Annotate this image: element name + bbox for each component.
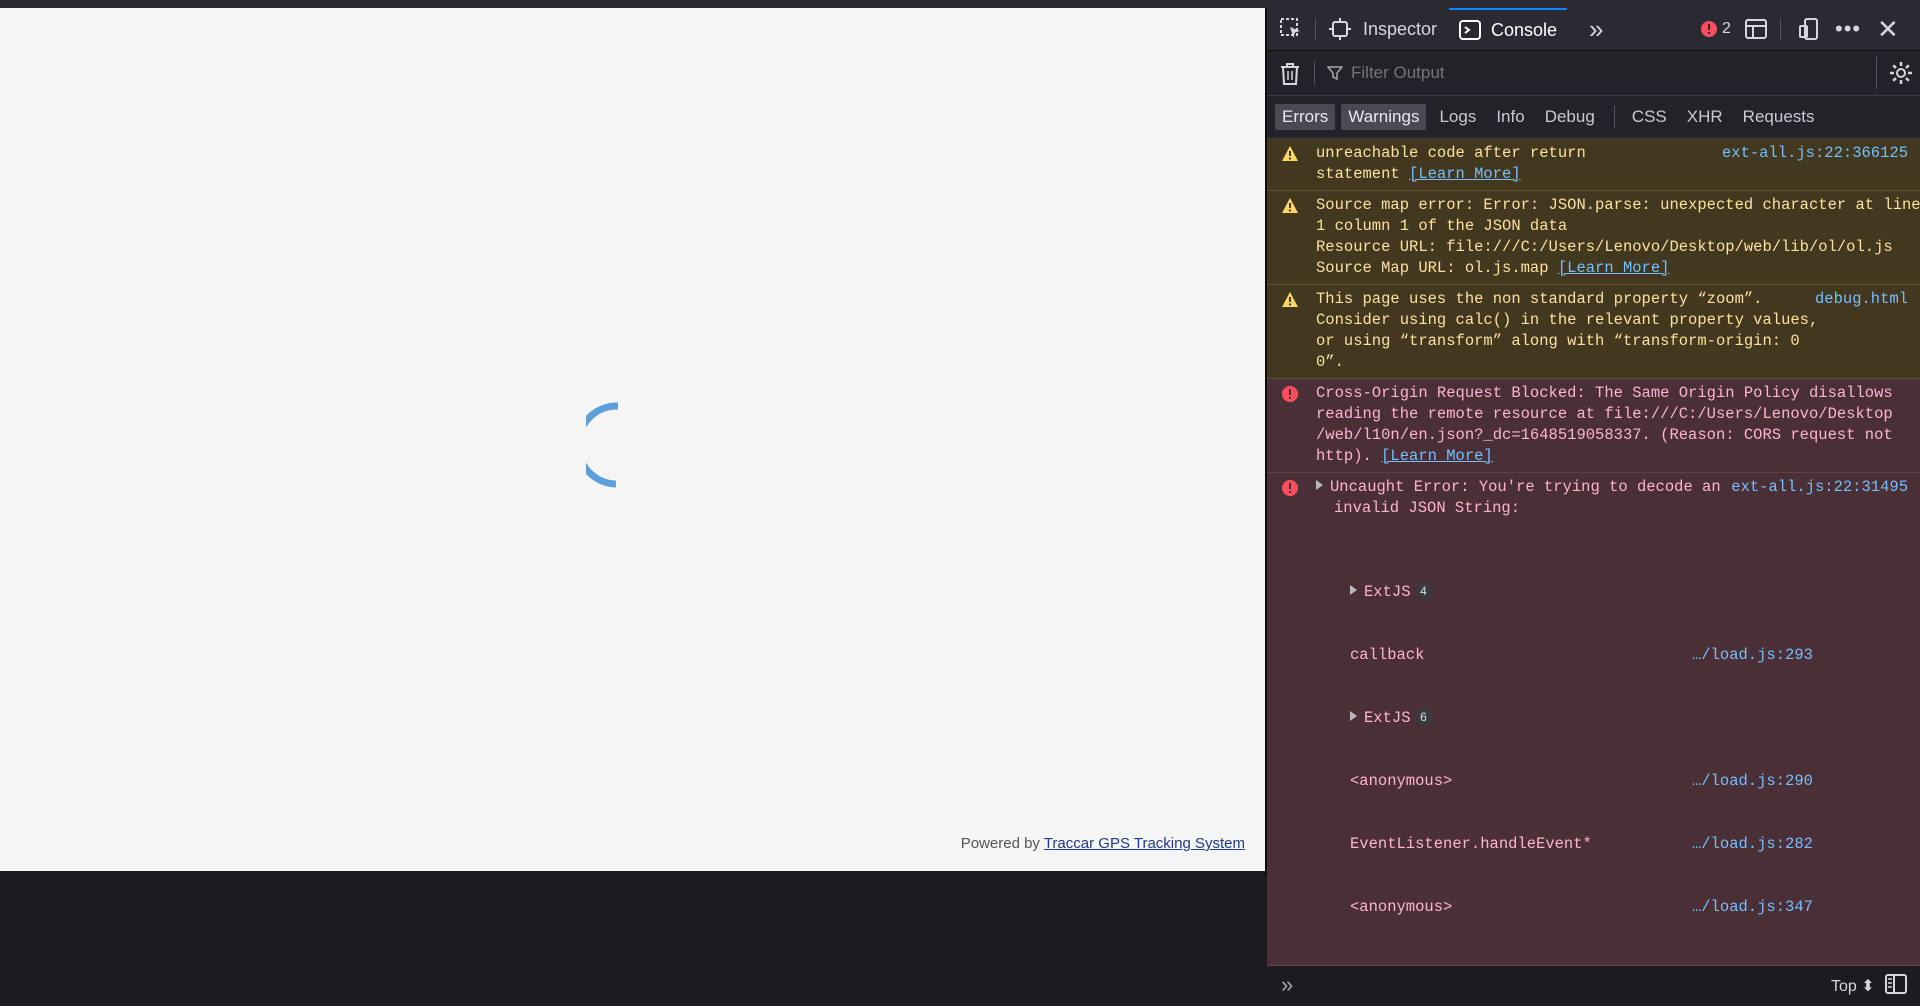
error-icon (1281, 385, 1299, 410)
frame-count-badge: 4 (1414, 582, 1433, 600)
stack-fn: ExtJS (1364, 583, 1411, 601)
filter-logs[interactable]: Logs (1432, 104, 1483, 130)
close-icon[interactable]: ✕ (1877, 8, 1899, 50)
stack-source-link[interactable]: …/load.js:347 (1692, 897, 1813, 918)
message-text: Source Map URL: ol.js.map (1316, 259, 1558, 277)
learn-more-link[interactable]: [Learn More] (1381, 447, 1493, 465)
error-count-indicator[interactable]: 2 (1700, 8, 1731, 50)
editor-mode-icon[interactable] (1885, 974, 1907, 999)
stack-frame[interactable]: ExtJS 6 (1350, 708, 1920, 729)
message-text: /web/l10n/en.json?_dc=1648519058337. (Re… (1316, 426, 1893, 444)
message-source-link[interactable]: ext-all.js:22:366125 (1722, 143, 1908, 164)
stack-trace: ExtJS 4 callback …/load.js:293 ExtJS 6 <ano… (1350, 540, 1920, 960)
console-input-row[interactable]: » Top ⬍ (1267, 966, 1920, 1006)
stack-fn: callback (1350, 646, 1425, 664)
error-icon (1281, 479, 1299, 504)
frame-count-badge: 6 (1414, 708, 1433, 726)
stack-frame[interactable]: EventListener.handleEvent* …/load.js:282 (1350, 834, 1920, 855)
console-message-warning[interactable]: Source map error: Error: JSON.parse: une… (1267, 191, 1920, 285)
filter-debug[interactable]: Debug (1538, 104, 1602, 130)
footer-prefix: Powered by (960, 835, 1040, 852)
split-layout-icon[interactable] (1745, 8, 1767, 50)
more-options-icon[interactable]: ••• (1835, 8, 1861, 50)
message-text: Source map error: Error: JSON.parse: une… (1316, 196, 1920, 214)
message-text: Consider using calc() in the relevant pr… (1316, 311, 1819, 329)
window-top-strip (0, 0, 1920, 8)
message-text: Resource URL: file:///C:/Users/Lenovo/De… (1316, 238, 1893, 256)
context-selector[interactable]: Top ⬍ (1831, 976, 1875, 996)
message-source-link[interactable]: debug.html (1815, 289, 1908, 310)
tab-console-label: Console (1491, 19, 1558, 40)
stack-frame[interactable]: callback …/load.js:293 (1350, 645, 1920, 666)
console-icon (1459, 20, 1481, 40)
devtools-tabbar: Inspector Console » 2 ••• ✕ (1267, 8, 1920, 51)
responsive-design-icon[interactable] (1797, 8, 1821, 50)
stack-frame[interactable]: <anonymous> …/load.js:347 (1350, 897, 1920, 918)
learn-more-link[interactable]: [Learn More] (1409, 165, 1521, 183)
page-bottom-border (0, 871, 1265, 874)
message-source-link[interactable]: ext-all.js:22:31495 (1731, 477, 1908, 498)
stack-fn: EventListener.handleEvent* (1350, 835, 1592, 853)
warning-icon (1281, 197, 1299, 222)
stack-source-link[interactable]: …/load.js:293 (1692, 645, 1813, 666)
more-tabs-chevron-icon[interactable]: » (1589, 8, 1603, 50)
stack-fn: <anonymous> (1350, 772, 1453, 790)
settings-gear-icon[interactable] (1889, 61, 1913, 90)
console-message-warning[interactable]: unreachable code after return statement … (1267, 139, 1920, 191)
stack-source-link[interactable]: …/load.js:282 (1692, 834, 1813, 855)
filter-errors[interactable]: Errors (1275, 104, 1336, 130)
message-text: This page uses the non standard property… (1316, 290, 1763, 308)
context-selector-label: Top (1831, 978, 1857, 995)
error-circle-icon (1701, 21, 1717, 37)
message-text: reading the remote resource at file:///C… (1316, 405, 1893, 423)
console-message-warning[interactable]: This page uses the non standard property… (1267, 285, 1920, 379)
message-text: 1 column 1 of the JSON data (1316, 217, 1568, 235)
powered-by-footer: Powered by Traccar GPS Tracking System (961, 835, 1245, 852)
warning-icon (1281, 145, 1299, 170)
tab-console[interactable]: Console (1449, 8, 1567, 50)
tab-inspector-label: Inspector (1363, 18, 1438, 39)
filter-input[interactable] (1349, 62, 1773, 84)
message-text: statement (1316, 165, 1410, 183)
stack-fn: <anonymous> (1350, 898, 1453, 916)
filter-warnings[interactable]: Warnings (1341, 104, 1427, 130)
trash-icon[interactable] (1279, 62, 1301, 91)
message-text: Uncaught Error: You're trying to decode … (1330, 478, 1721, 496)
warning-icon (1281, 291, 1299, 316)
console-message-error[interactable]: Cross-Origin Request Blocked: The Same O… (1267, 379, 1920, 473)
inspector-icon (1329, 18, 1351, 40)
message-text: or using “transform” along with “transfo… (1316, 332, 1800, 350)
error-count: 2 (1722, 20, 1731, 37)
message-text: unreachable code after return (1316, 144, 1586, 162)
page-viewport: Powered by Traccar GPS Tracking System (0, 8, 1265, 874)
message-text: http). (1316, 447, 1382, 465)
learn-more-link[interactable]: [Learn More] (1558, 259, 1670, 277)
filter-icon (1327, 66, 1343, 81)
message-text: 0”. (1316, 353, 1344, 371)
expand-triangle-icon[interactable] (1316, 480, 1323, 490)
console-message-error[interactable]: Uncaught Error: You're trying to decode … (1267, 473, 1920, 966)
expand-triangle-icon[interactable] (1350, 711, 1357, 721)
loading-spinner (586, 402, 619, 488)
console-toolbar (1267, 51, 1920, 96)
message-text: invalid JSON String: (1334, 499, 1521, 517)
filter-output-field[interactable] (1327, 51, 1773, 95)
devtools-panel: Inspector Console » 2 ••• ✕ Filter Outpu… (1265, 8, 1920, 997)
log-level-filters: Errors Warnings Logs Info Debug CSS XHR … (1267, 96, 1920, 139)
filter-css[interactable]: CSS (1625, 104, 1674, 130)
stack-frame[interactable]: ExtJS 4 (1350, 582, 1920, 603)
console-input[interactable] (1313, 972, 1733, 998)
tab-inspector[interactable]: Inspector (1329, 8, 1437, 50)
filter-xhr[interactable]: XHR (1680, 104, 1730, 130)
expand-triangle-icon[interactable] (1350, 585, 1357, 595)
stack-source-link[interactable]: …/load.js:290 (1692, 771, 1813, 792)
message-text: Cross-Origin Request Blocked: The Same O… (1316, 384, 1893, 402)
prompt-chevron-icon: » (1281, 972, 1294, 997)
traccar-link[interactable]: Traccar GPS Tracking System (1044, 835, 1245, 852)
stack-frame[interactable]: <anonymous> …/load.js:290 (1350, 771, 1920, 792)
element-picker-icon[interactable] (1279, 8, 1303, 50)
filter-requests[interactable]: Requests (1736, 104, 1822, 130)
stack-fn: ExtJS (1364, 709, 1411, 727)
filter-info[interactable]: Info (1489, 104, 1531, 130)
